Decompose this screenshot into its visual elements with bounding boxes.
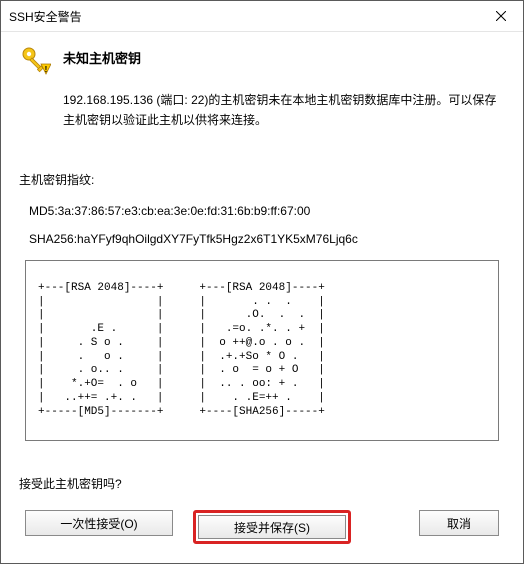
close-icon [496,11,506,21]
titlebar: SSH安全警告 [1,1,523,32]
dialog-body: ! 未知主机密钥 192.168.195.136 (端口: 22)的主机密钥未在… [1,32,523,563]
warning-text: 192.168.195.136 (端口: 22)的主机密钥未在本地主机密钥数据库… [63,90,505,131]
fingerprint-sha256: SHA256:haYFyf9qhOilgdXY7FyTfk5Hgz2x6T1YK… [29,232,505,246]
fingerprint-md5: MD5:3a:37:86:57:e3:cb:ea:3e:0e:fd:31:6b:… [29,204,505,218]
heading-text: 未知主机密钥 [63,48,141,67]
fingerprint-label: 主机密钥指纹: [19,171,505,188]
accept-prompt: 接受此主机密钥吗? [19,475,505,492]
randomart-sha256: +---[RSA 2048]----+ | . . . | | .O. . . … [199,282,324,420]
button-row: 一次性接受(O) 接受并保存(S) 取消 [19,510,505,546]
randomart-container: +---[RSA 2048]----+ | | | | | .E . | | .… [25,260,499,442]
randomart-md5: +---[RSA 2048]----+ | | | | | .E . | | .… [38,282,163,420]
accept-save-highlight: 接受并保存(S) [193,510,351,544]
window-title: SSH安全警告 [9,8,82,25]
accept-save-button[interactable]: 接受并保存(S) [198,515,346,539]
randomart-row: +---[RSA 2048]----+ | | | | | .E . | | .… [38,271,486,431]
cancel-button[interactable]: 取消 [419,510,499,536]
accept-once-button[interactable]: 一次性接受(O) [25,510,173,536]
close-button[interactable] [478,1,523,31]
svg-text:!: ! [45,65,48,74]
ssh-security-dialog: SSH安全警告 ! 未知主机密钥 192.168.195.136 [0,0,524,564]
key-warning-icon: ! [19,44,51,76]
header-row: ! 未知主机密钥 [19,44,505,76]
